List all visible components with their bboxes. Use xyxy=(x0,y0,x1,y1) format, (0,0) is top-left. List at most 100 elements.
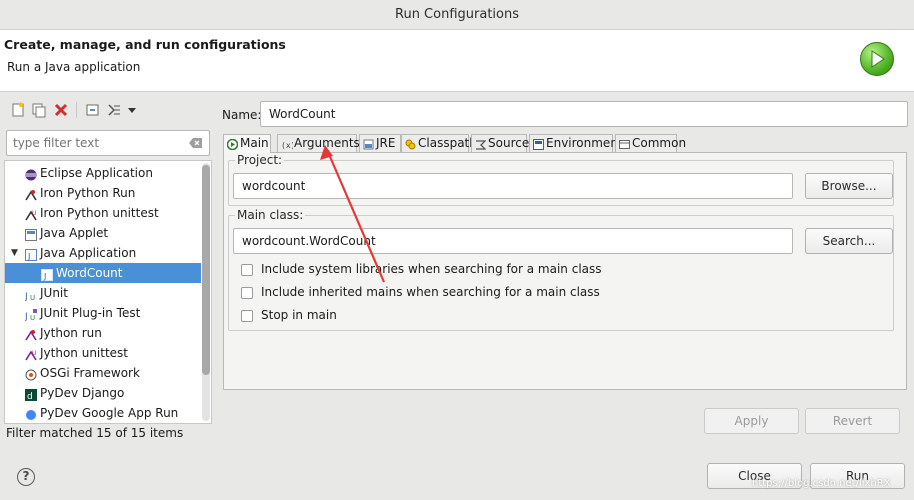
main-tab-icon xyxy=(226,138,239,151)
tree-item-label: JUnit Plug-in Test xyxy=(40,306,141,320)
svg-text:(x): (x) xyxy=(281,141,293,150)
project-label: Project: xyxy=(235,153,285,167)
tree-scrollbar-thumb[interactable] xyxy=(202,165,210,375)
delete-icon[interactable] xyxy=(53,102,69,118)
search-button[interactable]: Search... xyxy=(805,228,893,254)
tree-item-pydev-django[interactable]: d PyDev Django xyxy=(5,383,201,403)
tab-source[interactable]: Source xyxy=(471,134,529,152)
google-app-icon xyxy=(25,407,37,420)
tab-label: Main xyxy=(240,136,269,150)
svg-text:U: U xyxy=(32,350,36,357)
tree-item-iron-python-run[interactable]: Iron Python Run xyxy=(5,183,201,203)
help-icon[interactable]: ? xyxy=(17,468,35,486)
junit-icon: JU xyxy=(24,287,37,302)
tree-item-label: Eclipse Application xyxy=(40,166,153,180)
python-unittest-icon: U xyxy=(25,207,37,221)
checkbox-label: Include inherited mains when searching f… xyxy=(261,285,600,299)
window-titlebar: Run Configurations xyxy=(0,0,914,30)
java-app-icon: J xyxy=(25,247,37,261)
main-class-group: Main class: wordcount.WordCount Search..… xyxy=(228,208,894,331)
eclipse-icon xyxy=(25,167,37,181)
dropdown-arrow-icon[interactable] xyxy=(124,102,140,118)
tab-label: Common xyxy=(632,136,687,150)
environment-tab-icon xyxy=(533,138,544,150)
tab-environment[interactable]: Environment xyxy=(529,134,623,152)
filter-icon[interactable] xyxy=(106,102,122,118)
svg-text:J: J xyxy=(27,252,30,261)
tree-scrollbar[interactable] xyxy=(202,163,210,421)
duplicate-icon[interactable] xyxy=(31,102,47,118)
filter-status: Filter matched 15 of 15 items xyxy=(6,426,184,440)
config-tree: Eclipse Application Iron Python Run U Ir… xyxy=(4,160,212,424)
svg-text:J: J xyxy=(25,312,28,321)
checkbox-box[interactable] xyxy=(241,264,253,276)
expand-arrow-icon[interactable]: ▼ xyxy=(11,243,18,263)
browse-button[interactable]: Browse... xyxy=(805,173,893,199)
checkbox-label: Stop in main xyxy=(261,308,337,322)
tree-item-iron-python-unittest[interactable]: U Iron Python unittest xyxy=(5,203,201,223)
jython-unittest-icon: U xyxy=(25,347,37,361)
tab-main[interactable]: Main xyxy=(223,134,271,153)
collapse-all-icon[interactable] xyxy=(85,102,101,118)
tree-item-label: WordCount xyxy=(56,266,123,280)
django-icon: d xyxy=(25,387,37,402)
new-config-icon[interactable] xyxy=(10,102,26,118)
tree-item-label: OSGi Framework xyxy=(40,366,140,380)
config-toolbar xyxy=(4,100,214,122)
name-input[interactable]: WordCount xyxy=(260,101,908,127)
name-label: Name: xyxy=(222,108,262,122)
java-applet-icon xyxy=(25,227,37,241)
arguments-tab-icon: (x) xyxy=(281,138,295,150)
tree-item-jython-unittest[interactable]: U Jython unittest xyxy=(5,343,201,363)
tab-jre[interactable]: JRE xyxy=(359,134,401,152)
tab-common[interactable]: Common xyxy=(615,134,686,152)
tab-label: Environment xyxy=(546,136,623,150)
tree-item-label: Java Application xyxy=(40,246,137,260)
tab-label: Arguments xyxy=(294,136,360,150)
config-tabs: Main (x) Arguments JRE Classpath Source … xyxy=(223,134,903,153)
osgi-icon xyxy=(25,367,37,381)
classpath-tab-icon xyxy=(405,138,416,150)
header-title: Create, manage, and run configurations xyxy=(4,37,286,52)
tree-item-label: PyDev Google App Run xyxy=(40,406,179,420)
tree-item-junit[interactable]: JU JUnit xyxy=(5,283,201,303)
tree-item-osgi-framework[interactable]: OSGi Framework xyxy=(5,363,201,383)
apply-button[interactable]: Apply xyxy=(704,408,799,434)
jre-tab-icon xyxy=(363,138,374,150)
checkbox-box[interactable] xyxy=(241,287,253,299)
tree-item-eclipse-application[interactable]: Eclipse Application xyxy=(5,163,201,183)
checkbox-box[interactable] xyxy=(241,310,253,322)
svg-text:U: U xyxy=(30,294,35,301)
project-group: Project: wordcount Browse... xyxy=(228,153,894,206)
clear-filter-icon[interactable] xyxy=(189,137,203,149)
tree-item-jython-run[interactable]: Jython run xyxy=(5,323,201,343)
project-field[interactable]: wordcount xyxy=(233,173,793,199)
tree-item-label: JUnit xyxy=(40,286,68,300)
tree-item-java-applet[interactable]: Java Applet xyxy=(5,223,201,243)
filter-box[interactable] xyxy=(6,130,210,156)
window-title: Run Configurations xyxy=(395,7,519,22)
junit-plugin-icon: JU xyxy=(24,307,37,322)
tree-item-label: Iron Python unittest xyxy=(40,206,159,220)
tab-classpath[interactable]: Classpath xyxy=(401,134,477,152)
filter-input[interactable] xyxy=(13,132,183,154)
svg-text:J: J xyxy=(25,292,28,301)
tab-arguments[interactable]: (x) Arguments xyxy=(277,134,360,152)
tree-item-label: Jython unittest xyxy=(40,346,129,360)
source-tab-icon xyxy=(475,138,487,150)
tree-item-label: Jython run xyxy=(40,326,102,340)
tree-item-junit-plugin-test[interactable]: JU JUnit Plug-in Test xyxy=(5,303,201,323)
config-list-panel: Eclipse Application Iron Python Run U Ir… xyxy=(0,96,216,444)
config-editor-panel: Name: WordCount Main (x) Arguments JRE C… xyxy=(218,96,914,444)
main-tab-content: Project: wordcount Browse... Main class:… xyxy=(223,152,907,390)
tab-label: Classpath xyxy=(418,136,477,150)
tree-item-pydev-google-app-run[interactable]: PyDev Google App Run xyxy=(5,403,201,423)
tree-item-label: Java Applet xyxy=(40,226,109,240)
tree-item-wordcount[interactable]: J WordCount xyxy=(5,263,201,283)
checkbox-label: Include system libraries when searching … xyxy=(261,262,602,276)
revert-button[interactable]: Revert xyxy=(805,408,900,434)
main-class-field[interactable]: wordcount.WordCount xyxy=(233,228,793,254)
tree-item-java-application[interactable]: ▼ J Java Application xyxy=(5,243,201,263)
header-subtitle: Run a Java application xyxy=(7,60,141,74)
common-tab-icon xyxy=(619,138,630,149)
